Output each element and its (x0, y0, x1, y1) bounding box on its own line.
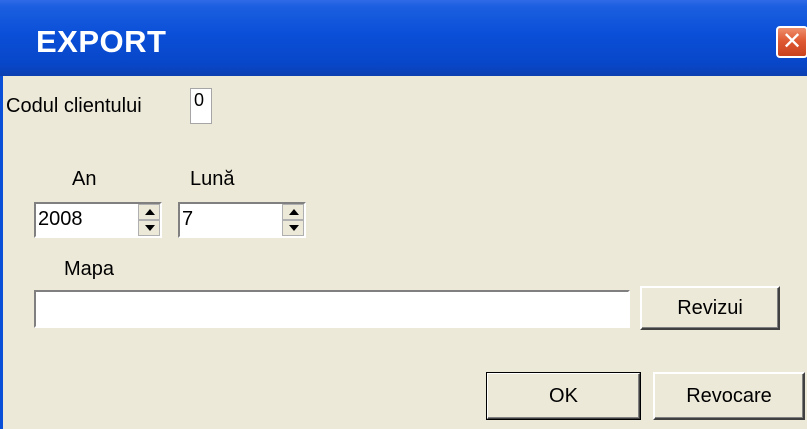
year-label: An (72, 168, 97, 190)
folder-input[interactable] (34, 290, 630, 328)
client-code-label: Codul clientului (6, 95, 142, 117)
window-title: EXPORT (36, 24, 167, 59)
month-value[interactable]: 7 (182, 208, 193, 231)
year-spinner[interactable]: 2008 (34, 202, 162, 238)
folder-label: Mapa (64, 258, 115, 280)
month-spinner-buttons (282, 204, 304, 236)
year-down-arrow-icon[interactable] (138, 220, 160, 236)
year-spinner-buttons (138, 204, 160, 236)
close-button[interactable]: ✕ (776, 26, 807, 58)
month-spinner[interactable]: 7 (178, 202, 306, 238)
year-up-arrow-icon[interactable] (138, 204, 160, 220)
title-bar[interactable]: EXPORT ✕ (0, 0, 807, 76)
month-label: Lună (190, 168, 235, 190)
close-icon: ✕ (781, 27, 803, 55)
client-code-field: 0 (190, 88, 212, 124)
browse-button[interactable]: Revizui (640, 286, 780, 330)
year-value[interactable]: 2008 (38, 208, 83, 231)
ok-button[interactable]: OK (486, 372, 641, 420)
export-dialog: EXPORT ✕ Codul clientului 0 An Lună 2008… (0, 0, 807, 429)
month-up-arrow-icon[interactable] (282, 204, 304, 220)
window-border (0, 76, 3, 429)
cancel-button[interactable]: Revocare (653, 372, 805, 420)
month-down-arrow-icon[interactable] (282, 220, 304, 236)
